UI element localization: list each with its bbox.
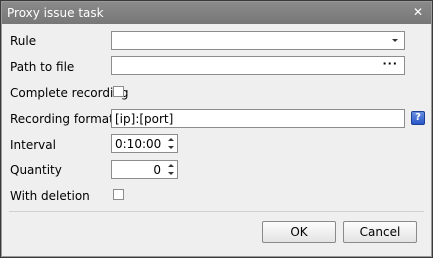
with-deletion-checkbox[interactable] (113, 189, 124, 200)
interval-value: 0:10:00 (115, 137, 162, 151)
recording-format-value: [ip]:[port] (115, 112, 174, 126)
close-icon[interactable]: ✕ (411, 5, 425, 19)
browse-icon[interactable]: ··· (382, 57, 398, 70)
quantity-spinbox[interactable]: 0 (111, 160, 178, 179)
window-title: Proxy issue task (7, 6, 104, 20)
divider (9, 211, 424, 212)
ok-button[interactable]: OK (262, 221, 336, 243)
path-input[interactable]: ··· (111, 56, 405, 75)
rule-combobox[interactable] (111, 31, 405, 50)
quantity-value: 0 (153, 163, 161, 177)
help-icon[interactable]: ? (411, 111, 425, 125)
complete-recording-label: Complete recording (10, 86, 129, 100)
chevron-down-icon[interactable] (392, 39, 398, 42)
spin-up-icon[interactable] (168, 164, 174, 167)
quantity-spin-buttons[interactable] (166, 162, 176, 178)
interval-label: Interval (10, 138, 56, 152)
spin-down-icon[interactable] (168, 146, 174, 149)
cancel-button[interactable]: Cancel (343, 221, 417, 243)
recording-format-label: Recording format (10, 112, 114, 126)
interval-spinbox[interactable]: 0:10:00 (111, 134, 178, 153)
interval-spin-buttons[interactable] (166, 136, 176, 152)
complete-recording-checkbox[interactable] (113, 86, 124, 97)
path-label: Path to file (10, 60, 75, 74)
rule-label: Rule (10, 34, 37, 48)
recording-format-input[interactable]: [ip]:[port] (111, 109, 405, 128)
spin-down-icon[interactable] (168, 172, 174, 175)
proxy-issue-task-dialog: Proxy issue task ✕ Rule Path to file ···… (0, 0, 433, 258)
title-bar: Proxy issue task ✕ (2, 2, 431, 24)
spin-up-icon[interactable] (168, 138, 174, 141)
quantity-label: Quantity (10, 163, 62, 177)
with-deletion-label: With deletion (10, 189, 90, 203)
